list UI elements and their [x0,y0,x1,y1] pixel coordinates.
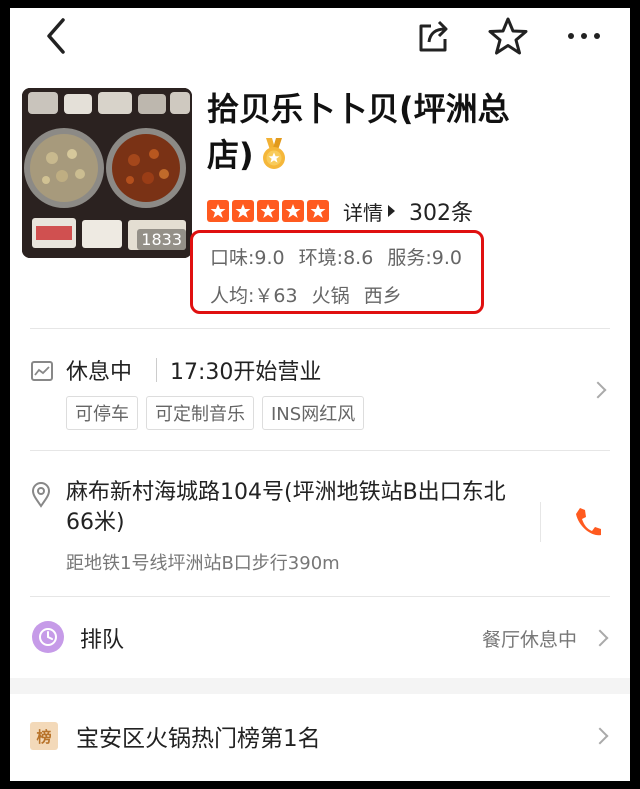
shop-status-icon [30,360,54,386]
rating-star-icon [232,200,254,222]
section-gap [10,678,630,694]
taste-score: 口味:9.0 [210,247,285,269]
metro-distance: 距地铁1号线坪洲站B口步行390m [66,553,340,574]
divider [30,596,610,597]
call-button[interactable] [570,504,606,540]
divider [156,358,157,382]
shop-meta: 人均:￥63 火锅 西乡 [210,281,410,308]
district: 西乡 [363,285,402,307]
service-score: 服务:9.0 [387,247,462,269]
rating-star-icon [307,200,329,222]
divider [30,328,610,329]
share-icon [419,20,448,52]
top-bar [10,8,630,60]
caret-right-icon [388,205,395,217]
star-icon [488,17,528,55]
share-button[interactable] [410,12,458,60]
address-text: 麻布新村海城路104号(坪洲地铁站B出口东北66米) [66,480,506,535]
chevron-right-icon [589,381,607,399]
medal-icon [260,136,288,182]
detail-label: 详情 [343,200,383,225]
shop-detail-page: 1833 拾贝乐卜卜贝(坪洲总店) 详情 302条 口味:9.0 环境:8.6 … [10,8,630,781]
divider [540,502,541,542]
feature-tag: 可停车 [66,396,138,430]
queue-status: 餐厅休息中 [482,629,578,651]
shop-title: 拾贝乐卜卜贝(坪洲总店) [207,86,547,182]
ranking-label: 宝安区火锅热门榜第1名 [76,726,321,752]
rating-star-icon [282,200,304,222]
opening-time: 17:30开始营业 [170,360,322,385]
divider [30,450,610,451]
star-rating [207,200,329,222]
clock-icon [32,621,64,653]
more-button[interactable] [560,12,608,60]
phone-icon [576,508,601,536]
rating-row: 详情 302条 [207,196,473,226]
category: 火锅 [311,285,350,307]
feature-tag: 可定制音乐 [146,396,254,430]
feature-tags: 可停车 可定制音乐 INS网红风 [66,396,365,430]
rating-detail-link[interactable]: 详情 [343,197,395,226]
rating-star-icon [257,200,279,222]
back-icon [47,18,65,54]
favorite-button[interactable] [484,12,532,60]
ranking-badge-icon: 榜 [30,722,58,750]
shop-name: 拾贝乐卜卜贝(坪洲总店) [207,90,510,174]
location-pin-icon [30,482,52,512]
back-button[interactable] [32,12,80,60]
shop-photo[interactable]: 1833 [22,88,192,258]
rating-star-icon [207,200,229,222]
avg-price: 人均:￥63 [210,285,298,307]
more-icon [568,33,600,39]
queue-label: 排队 [80,628,125,653]
scores-highlight-box: 口味:9.0 环境:8.6 服务:9.0 人均:￥63 火锅 西乡 [190,230,484,314]
review-count[interactable]: 302条 [409,195,473,227]
business-status: 休息中 [66,360,133,385]
chevron-right-icon [591,727,609,745]
chevron-right-icon [591,629,609,647]
feature-tag: INS网红风 [262,396,365,430]
photo-count: 1833 [137,229,186,250]
sub-scores: 口味:9.0 环境:8.6 服务:9.0 [210,243,470,270]
environment-score: 环境:8.6 [298,247,374,269]
